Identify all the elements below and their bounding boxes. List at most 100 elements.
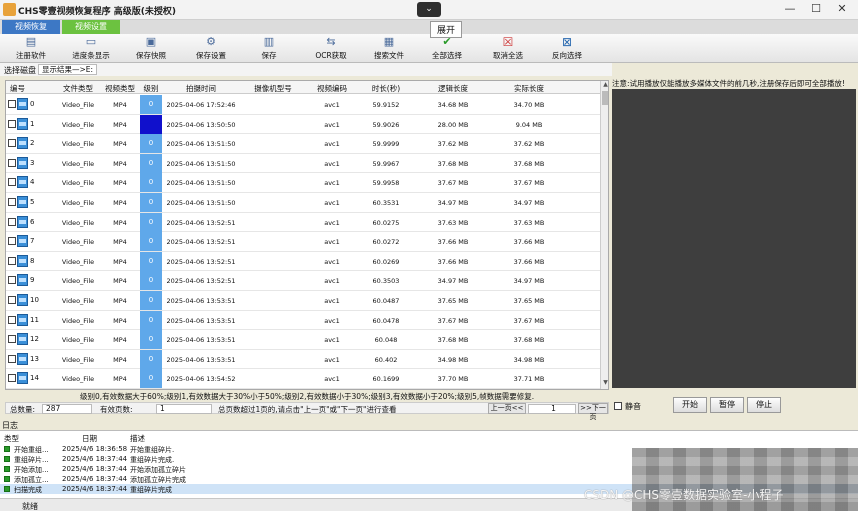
collapse-tooltip: 展开 bbox=[430, 21, 463, 38]
duration-cell: 59.9152 bbox=[372, 101, 400, 109]
table-row[interactable]: 2 0 Video_File MP4 2025-04-06 13:51:50 avc1 59… bbox=[6, 134, 600, 154]
column-header[interactable]: 视频类型 bbox=[102, 83, 138, 94]
table-row[interactable]: 1 Video_File MP4 2025-04-06 13:50:50 avc1 59.… bbox=[6, 114, 600, 135]
next-page-button[interactable]: >>下一页 bbox=[578, 403, 608, 421]
actual-size-cell: 37.71 MB bbox=[513, 375, 545, 384]
row-checkbox[interactable] bbox=[8, 178, 16, 187]
ocr-icon: ⇆ bbox=[326, 35, 336, 48]
prev-page-button[interactable]: 上一页<< bbox=[488, 403, 526, 414]
actual-size-cell: 37.66 MB bbox=[513, 238, 545, 247]
row-checkbox[interactable] bbox=[8, 237, 16, 246]
video-file-icon bbox=[17, 274, 28, 287]
start-button[interactable]: 开始 bbox=[673, 397, 707, 413]
select-disk-label[interactable]: 选择磁盘 bbox=[4, 65, 36, 76]
row-checkbox[interactable] bbox=[8, 198, 16, 206]
row-checkbox[interactable] bbox=[8, 335, 16, 344]
log-column-header[interactable]: 类型 bbox=[4, 433, 19, 444]
table-row[interactable]: 12 0 Video_File MP4 2025-04-06 13:53:51 avc1 6… bbox=[6, 330, 600, 350]
maximize-button[interactable]: ☐ bbox=[806, 2, 826, 17]
table-row[interactable]: 0 0 Video_File MP4 2025-04-06 17:52:46 avc1 59… bbox=[6, 95, 600, 115]
log-date-cell: 2025/4/6 18:36:58 bbox=[62, 445, 128, 453]
row-checkbox[interactable] bbox=[8, 100, 16, 108]
row-checkbox[interactable] bbox=[8, 256, 16, 265]
capture-time-cell: 2025-04-06 13:51:50 bbox=[166, 179, 236, 188]
table-row[interactable]: 3 0 Video_File MP4 2025-04-06 13:51:50 avc1 59… bbox=[6, 153, 600, 174]
row-checkbox[interactable] bbox=[8, 276, 16, 285]
log-column-header[interactable]: 日期 bbox=[82, 433, 97, 444]
tab-video-settings[interactable]: 视频设置 bbox=[62, 20, 120, 34]
row-checkbox[interactable] bbox=[8, 296, 16, 304]
codec-cell: avc1 bbox=[324, 179, 340, 188]
vertical-scrollbar[interactable]: ▲ ▼ bbox=[600, 81, 608, 389]
save-snapshot-button[interactable]: ▣ 保存快照 bbox=[124, 36, 178, 62]
column-header[interactable]: 实际长度 bbox=[492, 83, 566, 94]
table-row[interactable]: 9 0 Video_File MP4 2025-04-06 13:52:51 avc1 60… bbox=[6, 271, 600, 291]
table-row[interactable]: 11 0 Video_File MP4 2025-04-06 13:53:51 avc1 6… bbox=[6, 310, 600, 331]
row-checkbox[interactable] bbox=[8, 374, 16, 383]
video-type-cell: MP4 bbox=[113, 297, 127, 305]
video-type-cell: MP4 bbox=[113, 159, 127, 168]
row-index: 0 bbox=[30, 100, 35, 108]
table-row[interactable]: 4 0 Video_File MP4 2025-04-06 13:51:50 avc1 59… bbox=[6, 173, 600, 193]
duration-cell: 60.0269 bbox=[372, 257, 400, 266]
save-button[interactable]: ▥ 保存 bbox=[242, 36, 296, 62]
log-column-header[interactable]: 描述 bbox=[130, 433, 145, 444]
table-row[interactable]: 10 0 Video_File MP4 2025-04-06 13:53:51 avc1 6… bbox=[6, 291, 600, 311]
collapse-chevron-button[interactable]: ⌄ bbox=[417, 2, 441, 17]
table-row[interactable]: 6 0 Video_File MP4 2025-04-06 13:52:51 avc1 60… bbox=[6, 212, 600, 233]
table-row[interactable]: 5 0 Video_File MP4 2025-04-06 13:51:50 avc1 60… bbox=[6, 193, 600, 213]
duration-cell: 60.1699 bbox=[372, 375, 400, 384]
logical-size-cell: 34.68 MB bbox=[437, 101, 469, 109]
capture-time-cell: 2025-04-06 13:52:51 bbox=[166, 218, 236, 227]
mute-checkbox[interactable] bbox=[614, 402, 622, 410]
video-file-icon bbox=[17, 176, 28, 189]
row-checkbox[interactable] bbox=[8, 119, 16, 128]
table-row[interactable]: 7 0 Video_File MP4 2025-04-06 13:52:51 avc1 60… bbox=[6, 232, 600, 252]
pause-button[interactable]: 暂停 bbox=[710, 397, 744, 413]
save-settings-button[interactable]: ⚙ 保存设置 bbox=[184, 36, 238, 62]
level-cell: 0 bbox=[140, 349, 162, 369]
column-header[interactable]: 拍摄时间 bbox=[164, 83, 238, 94]
scroll-up-icon[interactable]: ▲ bbox=[601, 81, 608, 90]
stop-button[interactable]: 停止 bbox=[747, 397, 781, 413]
deselect-all-button[interactable]: ☒ 取消全选 bbox=[481, 36, 535, 62]
minimize-button[interactable]: — bbox=[780, 2, 800, 17]
duration-cell: 60.0478 bbox=[372, 316, 400, 325]
actual-size-cell: 37.68 MB bbox=[513, 159, 545, 168]
row-checkbox[interactable] bbox=[8, 315, 16, 324]
table-row[interactable]: 14 0 Video_File MP4 2025-04-06 13:54:52 avc1 6… bbox=[6, 369, 600, 389]
row-checkbox[interactable] bbox=[8, 217, 16, 226]
video-preview-area bbox=[612, 89, 856, 388]
row-checkbox[interactable] bbox=[8, 139, 16, 148]
table-row[interactable]: 13 0 Video_File MP4 2025-04-06 13:53:51 avc1 6… bbox=[6, 349, 600, 370]
search-file-button[interactable]: ▦ 搜索文件 bbox=[362, 36, 416, 62]
column-header[interactable]: 摄像机型号 bbox=[240, 83, 306, 94]
column-header[interactable]: 逻辑长度 bbox=[416, 83, 490, 94]
column-header[interactable]: 文件类型 bbox=[56, 83, 100, 94]
register-button[interactable]: ▤ 注册软件 bbox=[4, 36, 58, 62]
column-header[interactable]: 级别 bbox=[140, 83, 162, 94]
column-header[interactable]: 编号 bbox=[10, 83, 30, 94]
logical-size-cell: 37.63 MB bbox=[437, 218, 469, 227]
level-cell: 0 bbox=[140, 134, 162, 154]
row-index: 11 bbox=[30, 315, 39, 324]
ocr-button[interactable]: ⇆ OCR获取 bbox=[304, 36, 358, 62]
column-header[interactable]: 时长(秒) bbox=[358, 83, 414, 94]
page-input[interactable]: 1 bbox=[528, 404, 576, 414]
scroll-down-icon[interactable]: ▼ bbox=[601, 379, 608, 388]
actual-size-cell: 9.04 MB bbox=[515, 120, 543, 129]
scroll-thumb[interactable] bbox=[602, 91, 608, 105]
table-row[interactable]: 8 0 Video_File MP4 2025-04-06 13:52:51 avc1 60… bbox=[6, 251, 600, 272]
row-checkbox[interactable] bbox=[8, 158, 16, 167]
video-type-cell: MP4 bbox=[113, 120, 127, 129]
log-header: 类型 日期 描述 bbox=[0, 432, 858, 443]
level-cell: 0 bbox=[140, 369, 162, 389]
tab-video-recover[interactable]: 视频恢复 bbox=[2, 20, 60, 34]
row-checkbox[interactable] bbox=[8, 354, 16, 363]
column-header[interactable]: 视频编码 bbox=[308, 83, 356, 94]
close-window-button[interactable]: ✕ bbox=[832, 2, 852, 17]
progress-display-button[interactable]: ▭ 进度条显示 bbox=[64, 36, 118, 62]
snapshot-icon: ▣ bbox=[145, 35, 157, 48]
select-all-button[interactable]: ✔ 全部选择 bbox=[420, 36, 474, 62]
invert-selection-button[interactable]: ⊠ 反向选择 bbox=[540, 36, 594, 62]
